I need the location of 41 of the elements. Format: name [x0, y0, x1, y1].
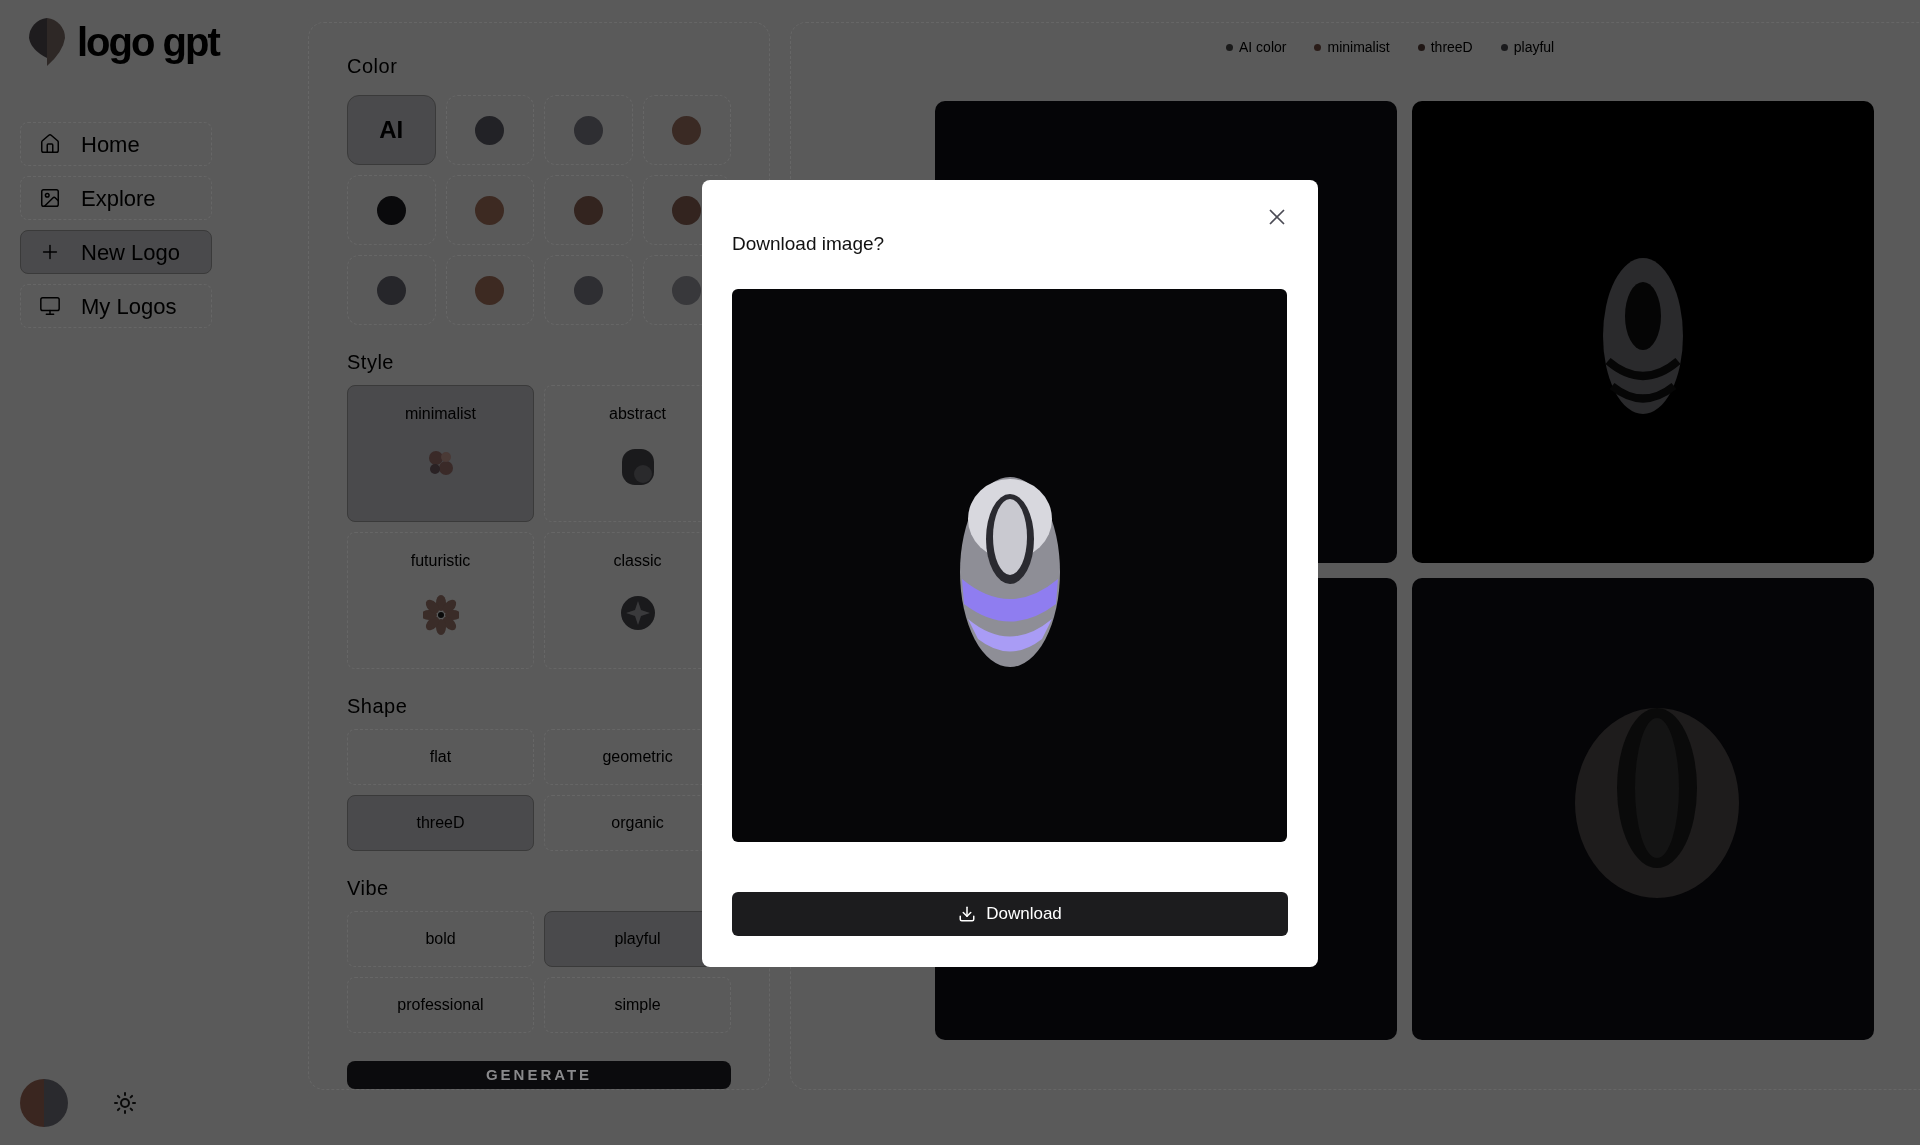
section-title: Style: [347, 350, 395, 375]
section-title: Vibe: [347, 876, 390, 901]
tag-label: AI color: [1239, 38, 1287, 57]
home-icon: [39, 133, 61, 155]
monitor-icon: [39, 295, 61, 317]
tag-label: threeD: [1430, 38, 1473, 57]
option-button[interactable]: simple: [544, 977, 731, 1033]
color-swatch[interactable]: [544, 175, 633, 245]
nav-item[interactable]: Explore: [20, 176, 212, 220]
nav-item[interactable]: My Logos: [20, 284, 212, 328]
download-button[interactable]: Download: [732, 891, 1288, 936]
color-swatch[interactable]: [445, 255, 534, 325]
color-swatch[interactable]: [347, 175, 436, 245]
color-swatch[interactable]: [445, 175, 534, 245]
brand-name: logo gpt: [77, 19, 219, 66]
style-card[interactable]: futuristic: [347, 532, 534, 669]
avatar: [20, 1079, 68, 1127]
blob-icon: [620, 448, 655, 486]
flower-icon: [422, 595, 459, 635]
color-swatch[interactable]: [544, 255, 633, 325]
tag-label: playful: [1513, 38, 1555, 57]
color-swatch[interactable]: [544, 95, 633, 165]
section-title: Shape: [347, 694, 409, 719]
color-swatch[interactable]: [445, 95, 534, 165]
option-button[interactable]: professional: [347, 977, 534, 1033]
image-icon: [39, 187, 61, 209]
nav-item[interactable]: New Logo: [20, 230, 212, 274]
generate-button[interactable]: GENERATE: [347, 1061, 731, 1089]
color-swatch[interactable]: [347, 255, 436, 325]
color-swatch[interactable]: [642, 95, 731, 165]
option-button[interactable]: threeD: [347, 795, 534, 851]
dialog-title: Download image?: [732, 232, 886, 256]
download-icon: [958, 904, 977, 923]
tag-label: minimalist: [1327, 38, 1390, 57]
option-button[interactable]: flat: [347, 729, 534, 785]
option-button[interactable]: bold: [347, 911, 534, 967]
sun-icon: [113, 1091, 137, 1115]
style-card[interactable]: minimalist: [347, 385, 534, 522]
nav-item[interactable]: Home: [20, 122, 212, 166]
color-swatch[interactable]: AI: [347, 95, 436, 165]
section-title: Color: [347, 54, 399, 79]
